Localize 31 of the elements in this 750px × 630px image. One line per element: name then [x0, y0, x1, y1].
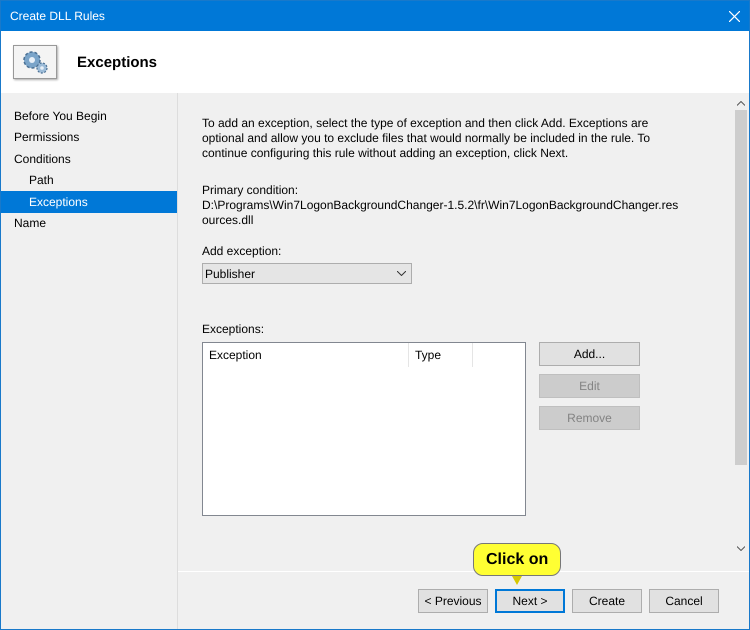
action-button[interactable]: Add...	[539, 342, 640, 366]
add-exception-label: Add exception:	[202, 244, 282, 259]
wizard-button[interactable]: Cancel	[649, 588, 719, 612]
sidebar-item[interactable]: Before You Begin	[1, 105, 177, 126]
column-header[interactable]: Exception	[203, 343, 409, 367]
intro-text: To add an exception, select the type of exception and then click Add. Exceptions are optional and allow you to exclude files that would normally be included in the rule. To continue configuring this rule without adding an exception, click Next.	[202, 116, 652, 161]
callout: Click on	[473, 543, 562, 576]
callout-pointer-icon	[512, 576, 522, 585]
sidebar-item[interactable]: Path	[1, 170, 177, 191]
condition-path: D:\Programs\Win7LogonBackgroundChanger-1.5.2\fr\Win7LogonBackgroundChanger.res	[202, 198, 680, 213]
scroll-up-icon[interactable]	[736, 101, 744, 106]
close-icon	[728, 10, 740, 22]
scroll-down-icon[interactable]	[736, 546, 744, 551]
wizard-button[interactable]: Create	[572, 588, 642, 612]
sidebar-item[interactable]: Name	[1, 212, 177, 234]
condition-label: Primary condition:	[202, 183, 300, 198]
wizard-button[interactable]: Next >	[495, 588, 565, 612]
exception-type-dropdown[interactable]: Publisher	[202, 263, 412, 284]
condition-path: ources.dll	[202, 213, 254, 228]
column-header[interactable]: Type	[409, 343, 473, 367]
scrollbar-thumb[interactable]	[734, 110, 746, 465]
wizard-button[interactable]: < Previous	[418, 588, 488, 612]
sidebar-item[interactable]: Conditions	[1, 148, 177, 170]
gears-icon	[13, 45, 57, 79]
chevron-down-icon	[397, 271, 406, 276]
sidebar-item[interactable]: Exceptions	[1, 191, 177, 212]
exceptions-list[interactable]: Exception Type	[202, 342, 526, 516]
page-heading: Exceptions	[77, 54, 158, 70]
sidebar-item[interactable]: Permissions	[1, 126, 177, 148]
window-title: Create DLL Rules	[10, 9, 105, 23]
exceptions-label: Exceptions:	[202, 322, 266, 337]
